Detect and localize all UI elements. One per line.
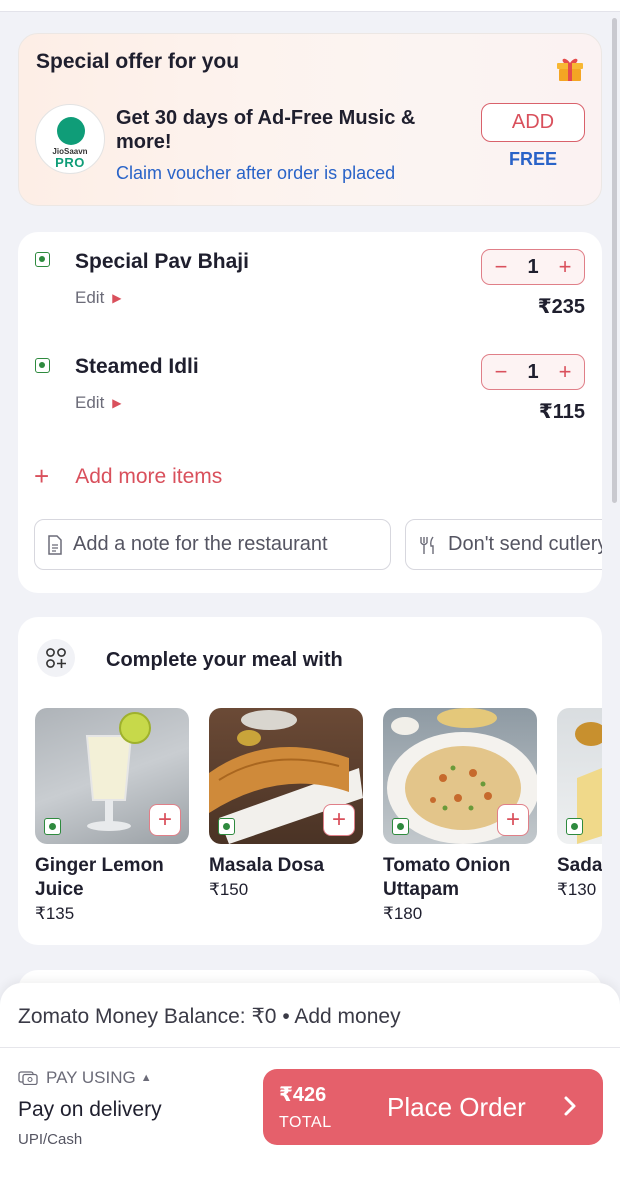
product-card[interactable]: + Tomato Onion Uttapam ₹180	[383, 708, 537, 924]
special-offer-card: Special offer for you JioSaavn PRO Get 3…	[18, 33, 602, 206]
claim-voucher-link[interactable]: Claim voucher after order is placed	[116, 163, 395, 184]
add-product-button[interactable]: +	[149, 804, 181, 836]
product-name-line: Ginger Lemon	[35, 855, 164, 876]
increment-button[interactable]: +	[556, 256, 574, 278]
item-name: Special Pav Bhaji	[75, 250, 249, 273]
complete-meal-card: Complete your meal with + Ginger Lemon J…	[18, 617, 602, 945]
free-label: FREE	[508, 149, 557, 169]
logo-pro-badge: PRO	[55, 155, 85, 170]
product-card[interactable]: Sada Dosa ₹130	[557, 708, 602, 900]
cutlery-icon	[420, 536, 434, 554]
product-card[interactable]: + Ginger Lemon Juice ₹135	[35, 708, 189, 924]
veg-icon	[392, 818, 409, 835]
edit-label: Edit	[75, 393, 105, 412]
product-name-line: Tomato Onion	[383, 855, 511, 876]
jiosaavn-logo: JioSaavn PRO	[35, 104, 105, 174]
no-cutlery-chip[interactable]: Don't send cutlery	[405, 519, 602, 570]
cutlery-chip-label: Don't send cutlery	[448, 533, 602, 555]
caret-up-icon: ▲	[140, 1072, 152, 1084]
item-edit-link[interactable]: Edit ▶	[75, 288, 122, 308]
decrement-button[interactable]: −	[492, 256, 510, 278]
quantity-stepper[interactable]: − 1 +	[481, 249, 585, 285]
pay-using-label: PAY USING	[46, 1068, 136, 1087]
item-edit-link[interactable]: Edit ▶	[75, 393, 122, 413]
add-more-items-button[interactable]: + Add more items	[34, 459, 223, 491]
product-image	[557, 708, 602, 844]
place-order-button[interactable]: ₹426 TOTAL Place Order	[263, 1069, 603, 1145]
veg-icon	[44, 818, 61, 835]
zomato-money-balance[interactable]: Zomato Money Balance: ₹0 • Add money	[18, 1004, 401, 1029]
pay-method[interactable]: Pay on delivery	[18, 1098, 162, 1122]
total-amount: ₹426	[279, 1084, 327, 1106]
caret-right-icon: ▶	[112, 291, 122, 305]
edit-label: Edit	[75, 288, 105, 307]
offer-headline: Get 30 days of Ad-Free Music & more!	[116, 107, 416, 153]
product-name-line: Sada Dosa	[557, 855, 602, 876]
product-name: Masala Dosa	[209, 854, 363, 878]
veg-icon	[35, 252, 50, 267]
total-label: TOTAL	[279, 1114, 332, 1131]
add-offer-button[interactable]: ADD	[481, 103, 585, 142]
quantity-value: 1	[527, 360, 539, 383]
scrollbar[interactable]	[612, 18, 617, 503]
checkout-sheet: Zomato Money Balance: ₹0 • Add money PAY…	[0, 983, 620, 1200]
product-name-line: Masala Dosa	[209, 855, 325, 876]
quantity-value: 1	[527, 255, 539, 278]
product-price: ₹150	[209, 880, 249, 899]
place-order-label: Place Order	[387, 1092, 526, 1122]
item-price: ₹235	[537, 296, 585, 318]
add-more-label: Add more items	[75, 465, 223, 488]
product-image: +	[35, 708, 189, 844]
product-card[interactable]: + Masala Dosa ₹150	[209, 708, 363, 900]
veg-icon	[566, 818, 583, 835]
gift-icon	[557, 58, 583, 81]
pay-method-sub: UPI/Cash	[18, 1131, 83, 1148]
item-name: Steamed Idli	[75, 355, 199, 378]
product-name: Sada Dosa	[557, 854, 602, 878]
product-price: ₹180	[383, 904, 423, 923]
quantity-stepper[interactable]: − 1 +	[481, 354, 585, 390]
product-name-line: Juice	[35, 879, 84, 900]
restaurant-note-chip[interactable]: Add a note for the restaurant	[34, 519, 391, 570]
veg-icon	[218, 818, 235, 835]
product-price: ₹130	[557, 880, 597, 899]
add-product-button[interactable]: +	[497, 804, 529, 836]
product-name: Ginger Lemon Juice	[35, 854, 189, 902]
note-chip-label: Add a note for the restaurant	[73, 533, 328, 555]
document-icon	[48, 534, 62, 555]
meal-section-title: Complete your meal with	[106, 649, 343, 671]
payment-icon	[18, 1071, 38, 1085]
chevron-right-icon	[564, 1096, 576, 1116]
cart-card: Special Pav Bhaji Edit ▶ − 1 + ₹235 Steam…	[18, 232, 602, 593]
veg-icon	[35, 358, 50, 373]
product-price: ₹135	[35, 904, 75, 923]
product-image: +	[209, 708, 363, 844]
caret-right-icon: ▶	[112, 396, 122, 410]
top-bar	[0, 0, 620, 12]
offer-title: Special offer for you	[36, 50, 240, 73]
plus-icon: +	[34, 461, 50, 491]
add-product-button[interactable]: +	[323, 804, 355, 836]
add-items-grid-icon	[37, 639, 75, 677]
product-name-line: Uttapam	[383, 879, 460, 900]
product-image: +	[383, 708, 537, 844]
item-price: ₹115	[538, 401, 585, 423]
jiosaavn-leaf-icon	[57, 117, 85, 145]
pay-using-selector[interactable]: PAY USING ▲	[18, 1068, 152, 1088]
product-name: Tomato Onion Uttapam	[383, 854, 537, 902]
divider	[0, 1047, 620, 1048]
decrement-button[interactable]: −	[492, 361, 510, 383]
increment-button[interactable]: +	[556, 361, 574, 383]
